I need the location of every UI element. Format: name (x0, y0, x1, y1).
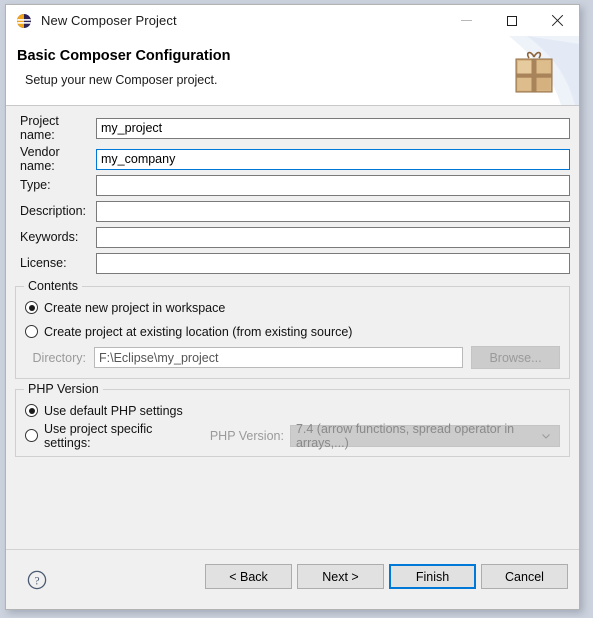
license-label: License: (20, 256, 67, 270)
maximize-button[interactable] (489, 5, 534, 36)
radio-create-at-existing-location[interactable]: Create project at existing location (fro… (25, 321, 560, 342)
window-controls (444, 5, 579, 36)
type-input[interactable] (96, 174, 570, 196)
type-label: Type: (20, 178, 51, 192)
dialog-window: New Composer Project Basic Composer Conf… (5, 4, 580, 610)
directory-row: Directory: Browse... (25, 346, 560, 369)
radio-label: Use default PHP settings (44, 403, 183, 418)
contents-group-title: Contents (24, 279, 83, 293)
maximize-icon (506, 15, 517, 26)
header-banner: Basic Composer Configuration Setup your … (6, 36, 579, 106)
gift-box-icon (515, 51, 553, 93)
chevron-down-icon (542, 433, 550, 439)
eclipse-icon (17, 13, 31, 28)
vendor-name-label: Vendor name: (20, 145, 60, 173)
description-label: Description: (20, 204, 86, 218)
help-question-icon[interactable]: ? (27, 570, 47, 590)
svg-text:?: ? (34, 575, 39, 587)
form-row-vendor-name: Vendor name: (15, 145, 570, 173)
close-icon (551, 15, 563, 27)
minimize-icon (461, 20, 472, 21)
project-name-label: Project name: (20, 114, 59, 142)
dialog-body: Project name: Vendor name: Type: Descrip… (6, 106, 579, 549)
radio-indicator (25, 325, 38, 338)
window-title: New Composer Project (41, 13, 177, 28)
cancel-button[interactable]: Cancel (481, 564, 568, 589)
directory-input[interactable] (94, 347, 463, 368)
vendor-name-input[interactable] (96, 148, 570, 170)
keywords-label: Keywords: (20, 230, 79, 244)
page-title: Basic Composer Configuration (17, 48, 231, 64)
radio-use-default-php-settings[interactable]: Use default PHP settings (25, 400, 560, 421)
php-version-select[interactable]: 7.4 (arrow functions, spread operator in… (289, 421, 560, 450)
radio-use-project-specific-settings[interactable] (25, 429, 38, 442)
form-row-keywords: Keywords: (15, 224, 570, 250)
page-subtitle: Setup your new Composer project. (25, 73, 218, 87)
php-version-value: 7.4 (arrow functions, spread operator in… (295, 421, 515, 450)
radio-label: Use project specific settings: (44, 421, 153, 450)
php-specific-settings-row: Use project specific settings: PHP Versi… (25, 421, 560, 450)
title-bar: New Composer Project (6, 5, 579, 36)
license-input[interactable] (96, 252, 570, 274)
footer-button-bar: < Back Next > Finish Cancel (205, 564, 568, 589)
directory-label: Directory: (32, 350, 86, 365)
php-version-group-title: PHP Version (24, 382, 103, 396)
browse-button[interactable]: Browse... (471, 346, 560, 369)
form-row-description: Description: (15, 198, 570, 224)
radio-indicator (25, 301, 38, 314)
form-row-type: Type: (15, 172, 570, 198)
minimize-button[interactable] (444, 5, 489, 36)
next-button[interactable]: Next > (297, 564, 384, 589)
radio-label: Create new project in workspace (44, 300, 226, 315)
back-button[interactable]: < Back (205, 564, 292, 589)
radio-create-new-project[interactable]: Create new project in workspace (25, 297, 560, 318)
keywords-input[interactable] (96, 226, 570, 248)
radio-indicator (25, 404, 38, 417)
php-version-group: PHP Version Use default PHP settings Use… (15, 382, 570, 457)
project-name-input[interactable] (96, 117, 570, 139)
contents-group: Contents Create new project in workspace… (15, 279, 570, 379)
screen-root: New Composer Project Basic Composer Conf… (0, 0, 593, 618)
form-row-project-name: Project name: (15, 114, 570, 142)
radio-label: Create project at existing location (fro… (44, 324, 353, 339)
close-button[interactable] (534, 5, 579, 36)
php-version-label: PHP Version: (209, 428, 284, 443)
dialog-footer: ? < Back Next > Finish Cancel (6, 549, 579, 609)
finish-button[interactable]: Finish (389, 564, 476, 589)
form-row-license: License: (15, 250, 570, 276)
description-input[interactable] (96, 200, 570, 222)
